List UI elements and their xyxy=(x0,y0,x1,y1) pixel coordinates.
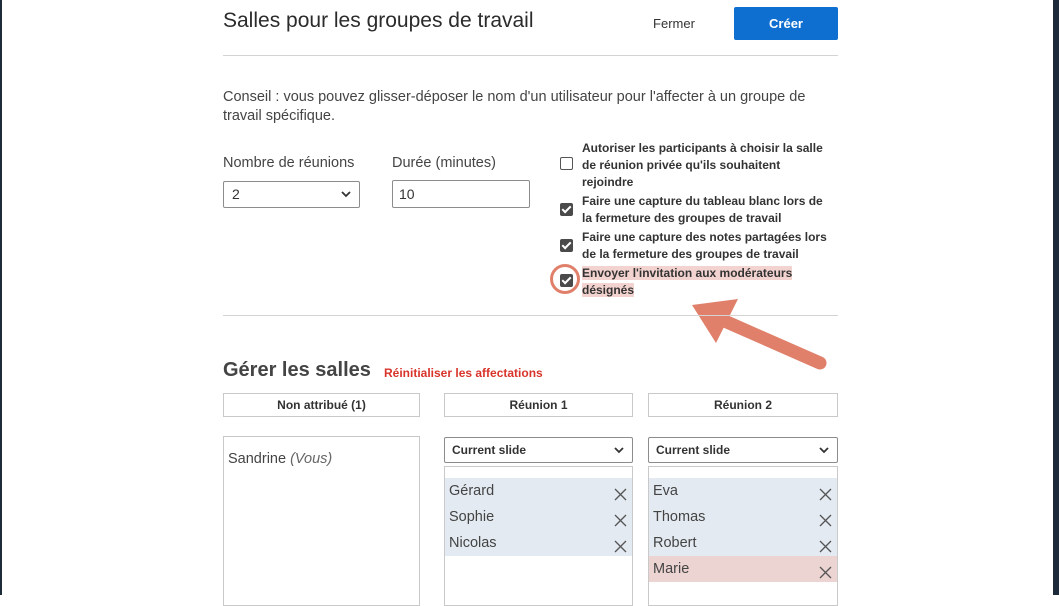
member-name: Gérard xyxy=(449,483,495,499)
list-item[interactable]: Eva xyxy=(649,478,837,504)
room-2-slide-select[interactable]: Current slide xyxy=(648,437,838,463)
dialog-title: Salles pour les groupes de travail xyxy=(223,9,534,32)
member-name: Robert xyxy=(653,535,697,551)
annotation-circle xyxy=(550,264,580,294)
member-name: Thomas xyxy=(653,509,706,525)
tip-text: Conseil : vous pouvez glisser-déposer le… xyxy=(223,89,806,124)
rooms-count-select[interactable]: 2 xyxy=(223,181,360,208)
close-icon[interactable] xyxy=(819,562,832,588)
section-divider xyxy=(223,315,838,316)
member-name: Nicolas xyxy=(449,535,497,551)
list-item[interactable]: Robert xyxy=(649,530,837,556)
member-name: Eva xyxy=(653,483,678,499)
header-divider xyxy=(223,55,838,56)
room-2-header: Réunion 2 xyxy=(648,393,838,417)
reset-assignments-link[interactable]: Réinitialiser les affectations xyxy=(384,366,543,380)
slide-value: Current slide xyxy=(452,443,527,457)
annotation-arrow-icon xyxy=(680,295,830,380)
close-icon[interactable] xyxy=(614,536,627,562)
manage-rooms-title: Gérer les salles xyxy=(223,359,371,381)
duration-label: Durée (minutes) xyxy=(392,155,496,171)
user-name: Sandrine xyxy=(228,451,287,467)
option-label: Faire une capture des notes partagées lo… xyxy=(582,230,827,261)
capture-whiteboard-checkbox[interactable] xyxy=(560,203,573,216)
option-label: Faire une capture du tableau blanc lors … xyxy=(582,194,823,225)
rooms-count-label: Nombre de réunions xyxy=(223,155,355,171)
allow-choose-room-checkbox[interactable] xyxy=(560,157,573,170)
list-item[interactable]: Gérard xyxy=(445,478,632,504)
duration-input[interactable]: 10 xyxy=(392,180,530,208)
room-1-member-list[interactable]: Gérard Sophie Nicolas xyxy=(444,466,633,606)
member-name: Marie xyxy=(653,561,690,577)
member-name: Sophie xyxy=(449,509,495,525)
room-2-member-list[interactable]: Eva Thomas Robert Marie xyxy=(648,466,838,606)
user-tag: (Vous) xyxy=(290,451,333,467)
option-label: Envoyer l'invitation aux modérateurs dés… xyxy=(582,265,812,299)
list-item[interactable]: Sophie xyxy=(445,504,632,530)
user-sandrine[interactable]: Sandrine (Vous) xyxy=(228,451,332,467)
room-1-slide-select[interactable]: Current slide xyxy=(444,437,633,463)
close-button[interactable]: Fermer xyxy=(640,8,708,38)
chevron-down-icon xyxy=(340,182,352,215)
left-window-edge xyxy=(0,0,2,595)
room-1-header: Réunion 1 xyxy=(444,393,633,417)
create-button[interactable]: Créer xyxy=(734,7,838,40)
slide-value: Current slide xyxy=(656,443,731,457)
highlighted-label: Envoyer l'invitation aux modérateurs dés… xyxy=(582,266,793,297)
list-item[interactable]: Thomas xyxy=(649,504,837,530)
capture-notes-checkbox[interactable] xyxy=(560,239,573,252)
list-item[interactable]: Marie xyxy=(649,556,837,582)
unassigned-header: Non attribué (1) xyxy=(223,393,420,417)
list-item[interactable]: Nicolas xyxy=(445,530,632,556)
option-label: Autoriser les participants à choisir la … xyxy=(582,141,823,189)
right-window-edge xyxy=(1053,0,1059,595)
rooms-count-value: 2 xyxy=(232,186,240,202)
